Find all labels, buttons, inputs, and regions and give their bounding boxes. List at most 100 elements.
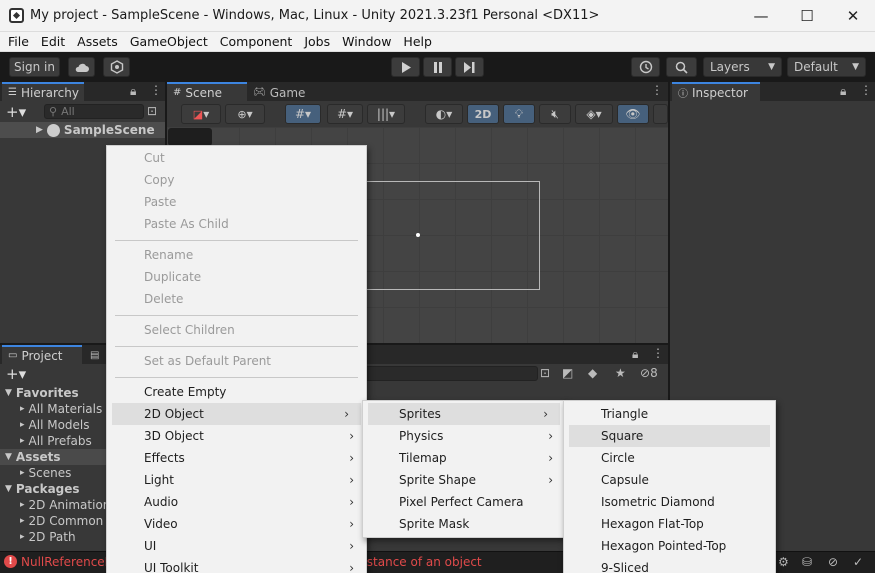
menu-item-hexagon-pointed-top[interactable]: Hexagon Pointed-Top (564, 535, 775, 557)
pause-button[interactable] (423, 57, 452, 77)
hierarchy-scene-row[interactable]: ▶ SampleScene (0, 122, 165, 138)
gizmos-icon[interactable] (653, 104, 668, 124)
menu-edit[interactable]: Edit (37, 32, 69, 51)
project-tree-item[interactable]: ▸ 2D Common (0, 513, 110, 529)
menu-item-2d-object[interactable]: 2D Object › (112, 403, 361, 425)
menu-item-9-sliced[interactable]: 9-Sliced (564, 557, 775, 573)
kebab-menu-icon[interactable]: ⋮ (652, 346, 664, 360)
menu-item-capsule[interactable]: Capsule (564, 469, 775, 491)
filter-type-icon[interactable]: ◩ (562, 366, 573, 380)
menu-item-isometric-diamond[interactable]: Isometric Diamond (564, 491, 775, 513)
lighting-icon[interactable]: 💡︎ (503, 104, 535, 124)
tab-console[interactable]: ▤ (84, 345, 106, 364)
cloud-icon[interactable] (68, 57, 95, 77)
menu-item-tilemap[interactable]: Tilemap › (363, 447, 565, 469)
menu-item-paste-as-child[interactable]: Paste As Child (107, 213, 366, 235)
project-tree-item[interactable]: ▸ 2D Path (0, 529, 110, 545)
play-button[interactable] (391, 57, 420, 77)
menu-item-3d-object[interactable]: 3D Object › (107, 425, 366, 447)
menu-item-pixel-perfect-camera[interactable]: Pixel Perfect Camera (363, 491, 565, 513)
add-icon[interactable]: +▾ (6, 103, 26, 121)
history-icon[interactable] (631, 57, 660, 77)
diagnostics-icon[interactable]: ⊘ (828, 555, 838, 569)
draw-mode-dropdown[interactable]: ◪ ▾ (181, 104, 221, 124)
debug-icon[interactable]: ⚙ (778, 555, 789, 569)
menu-item-copy[interactable]: Copy (107, 169, 366, 191)
project-tree-item[interactable]: ▼ Packages (0, 481, 110, 497)
menu-item-light[interactable]: Light › (107, 469, 366, 491)
project-tree-item[interactable]: ▸ All Prefabs (0, 433, 110, 449)
maximize-button[interactable]: ☐ (784, 0, 830, 32)
kebab-menu-icon[interactable]: ⋮ (150, 83, 162, 97)
menu-item-physics[interactable]: Physics › (363, 425, 565, 447)
hierarchy-search-input[interactable]: ⚲ All (44, 104, 144, 119)
menu-item-cut[interactable]: Cut (107, 147, 366, 169)
expand-arrow-icon[interactable]: ▶ (36, 125, 43, 135)
menu-item-ui-toolkit[interactable]: UI Toolkit › (107, 557, 366, 573)
lock-icon[interactable]: 🔒︎ (130, 84, 136, 99)
snap-settings-dropdown[interactable]: |||▾ (367, 104, 405, 124)
effects-dropdown[interactable]: ◈▾ (575, 104, 613, 124)
step-button[interactable] (455, 57, 484, 77)
lock-icon[interactable]: 🔒︎ (840, 84, 846, 99)
menu-assets[interactable]: Assets (73, 32, 122, 51)
collab-icon[interactable] (103, 57, 130, 77)
menu-item-delete[interactable]: Delete (107, 288, 366, 310)
sign-in-button[interactable]: Sign in (9, 57, 60, 77)
scene-picker-icon[interactable]: ⊡ (147, 104, 157, 118)
layout-dropdown[interactable]: Default ▼ (787, 57, 866, 77)
menu-item-triangle[interactable]: Triangle (564, 403, 775, 425)
search-by-type-icon[interactable]: ⊡ (540, 366, 550, 380)
menu-item-video[interactable]: Video › (107, 513, 366, 535)
menu-item-effects[interactable]: Effects › (107, 447, 366, 469)
menu-item-sprite-shape[interactable]: Sprite Shape › (363, 469, 565, 491)
menu-item-circle[interactable]: Circle (564, 447, 775, 469)
tab-scene[interactable]: # Scene (167, 82, 247, 101)
project-tree-item[interactable]: ▼ Favorites (0, 385, 110, 401)
menu-item-hexagon-flat-top[interactable]: Hexagon Flat-Top (564, 513, 775, 535)
project-tree-item[interactable]: ▸ All Models (0, 417, 110, 433)
menu-item-create-empty[interactable]: Create Empty (107, 381, 366, 403)
tab-inspector[interactable]: ⓘ Inspector (672, 82, 760, 101)
menu-item-sprite-mask[interactable]: Sprite Mask (363, 513, 565, 535)
menu-item-ui[interactable]: UI › (107, 535, 366, 557)
global-dropdown[interactable]: ⊕ ▾ (225, 104, 265, 124)
hidden-objects-icon[interactable]: 👁︎ (617, 104, 649, 124)
project-tree-item[interactable]: ▸ Scenes (0, 465, 110, 481)
kebab-menu-icon[interactable]: ⋮ (860, 83, 872, 97)
overlay-menu-icon[interactable] (168, 128, 212, 146)
project-tree-item[interactable]: ▸ 2D Animation (0, 497, 110, 513)
shading-dropdown[interactable]: ◐▾ (425, 104, 463, 124)
increment-snap-toggle[interactable]: #▾ (327, 104, 363, 124)
menu-item-paste[interactable]: Paste (107, 191, 366, 213)
kebab-menu-icon[interactable]: ⋮ (651, 83, 663, 97)
menu-item-audio[interactable]: Audio › (107, 491, 366, 513)
menu-file[interactable]: File (4, 32, 33, 51)
menu-help[interactable]: Help (399, 32, 436, 51)
label-icon[interactable]: ◆ (588, 366, 597, 380)
menu-jobs[interactable]: Jobs (300, 32, 334, 51)
menu-item-rename[interactable]: Rename (107, 244, 366, 266)
tab-project[interactable]: ▭ Project (2, 345, 82, 364)
2d-toggle[interactable]: 2D (467, 104, 499, 124)
check-icon[interactable]: ✓ (853, 555, 863, 569)
tab-hierarchy[interactable]: ☰ Hierarchy (2, 82, 84, 101)
project-tree-item[interactable]: ▸ All Materials (0, 401, 110, 417)
menu-item-select-children[interactable]: Select Children (107, 319, 366, 341)
project-tree-item[interactable]: ▼ Assets (0, 449, 110, 465)
hidden-packages-toggle[interactable]: ⊘ 8 (640, 366, 658, 380)
database-icon[interactable]: ⛁ (802, 555, 812, 569)
layers-dropdown[interactable]: Layers ▼ (703, 57, 782, 77)
lock-icon[interactable]: 🔒︎ (632, 347, 638, 362)
grid-snap-toggle[interactable]: #▾ (285, 104, 321, 124)
menu-item-sprites[interactable]: Sprites › (368, 403, 560, 425)
menu-item-duplicate[interactable]: Duplicate (107, 266, 366, 288)
menu-component[interactable]: Component (216, 32, 297, 51)
menu-item-square[interactable]: Square (569, 425, 770, 447)
add-icon[interactable]: +▾ (6, 365, 26, 383)
search-icon[interactable] (666, 57, 697, 77)
menu-item-set-default-parent[interactable]: Set as Default Parent (107, 350, 366, 372)
project-search-input[interactable] (360, 366, 538, 381)
menu-gameobject[interactable]: GameObject (126, 32, 212, 51)
menu-window[interactable]: Window (338, 32, 395, 51)
